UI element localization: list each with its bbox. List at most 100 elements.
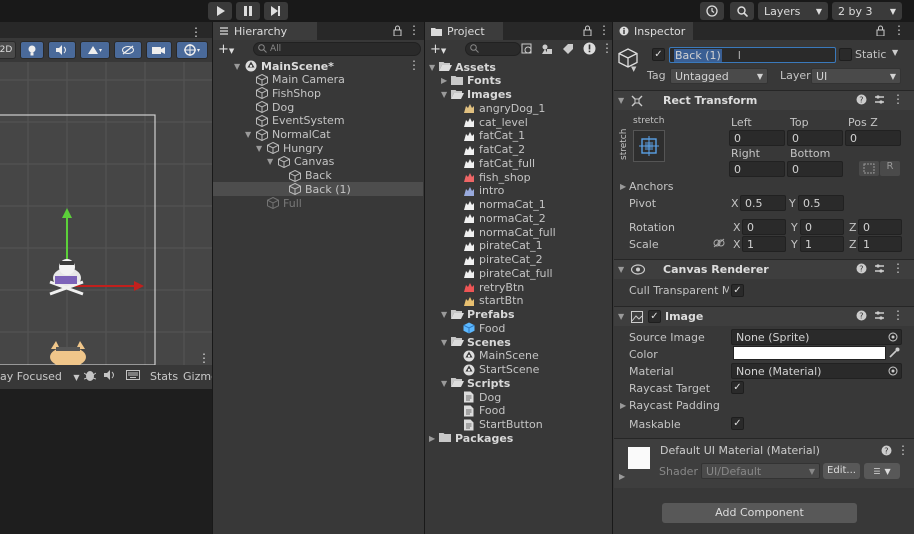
project-item[interactable]: intro bbox=[425, 184, 611, 198]
project-item[interactable]: fatCat_1 bbox=[425, 129, 611, 143]
foldout-arrow-icon[interactable]: ▼ bbox=[429, 63, 435, 72]
project-item[interactable]: ▼ Scripts bbox=[425, 376, 611, 390]
hierarchy-item[interactable]: Main Camera bbox=[213, 73, 423, 87]
project-item[interactable]: normaCat_full bbox=[425, 225, 611, 239]
project-item[interactable]: ▶ Fonts bbox=[425, 74, 611, 88]
more-options-icon[interactable]: ⋮ bbox=[190, 25, 202, 39]
left-field[interactable]: 0 bbox=[729, 130, 785, 146]
project-item[interactable]: cat_level bbox=[425, 115, 611, 129]
object-name-field[interactable]: Back (1) I bbox=[669, 47, 836, 63]
pause-button[interactable] bbox=[236, 2, 260, 20]
anchor-preset-button[interactable] bbox=[633, 130, 665, 162]
project-item[interactable]: pirateCat_2 bbox=[425, 253, 611, 267]
project-item[interactable]: ▼ Prefabs bbox=[425, 308, 611, 322]
raycast-target-checkbox[interactable]: ✓ bbox=[731, 381, 744, 394]
project-item[interactable]: StartButton bbox=[425, 418, 611, 432]
foldout-arrow-icon[interactable]: ▶ bbox=[620, 401, 626, 410]
presets-icon[interactable] bbox=[874, 263, 885, 274]
project-item[interactable]: ▼ Scenes bbox=[425, 335, 611, 349]
hierarchy-item[interactable]: ▼ Canvas bbox=[213, 155, 423, 169]
scale-x-field[interactable]: 1 bbox=[742, 236, 786, 252]
scale-y-field[interactable]: 1 bbox=[800, 236, 844, 252]
lock-icon[interactable] bbox=[583, 25, 592, 36]
active-checkbox[interactable]: ✓ bbox=[652, 48, 665, 61]
eyedropper-icon[interactable] bbox=[889, 347, 900, 358]
foldout-arrow-icon[interactable]: ▼ bbox=[441, 379, 447, 388]
game-view[interactable] bbox=[0, 389, 212, 534]
hierarchy-item[interactable]: ▼ MainScene* bbox=[213, 59, 423, 73]
more-options-icon[interactable]: ⋮ bbox=[892, 308, 904, 322]
hierarchy-item[interactable]: ▼ Hungry bbox=[213, 141, 423, 155]
search-button[interactable] bbox=[730, 2, 754, 20]
create-dropdown[interactable]: +▼ bbox=[218, 42, 234, 57]
edit-shader-button[interactable]: Edit... bbox=[823, 463, 860, 479]
stats-button[interactable]: Stats bbox=[150, 370, 178, 383]
project-item[interactable]: normaCat_2 bbox=[425, 211, 611, 225]
project-item[interactable]: startBtn bbox=[425, 294, 611, 308]
rotation-z-field[interactable]: 0 bbox=[858, 219, 902, 235]
lighting-toggle[interactable] bbox=[20, 41, 44, 59]
project-item[interactable]: ▼ Images bbox=[425, 88, 611, 102]
lock-icon[interactable] bbox=[393, 25, 402, 36]
right-field[interactable]: 0 bbox=[729, 161, 785, 177]
more-options-icon[interactable]: ⋮ bbox=[893, 23, 905, 37]
more-options-icon[interactable]: ⋮ bbox=[892, 261, 904, 275]
rotation-x-field[interactable]: 0 bbox=[742, 219, 786, 235]
anchors-label[interactable]: Anchors bbox=[629, 180, 674, 193]
bug-icon[interactable] bbox=[84, 369, 96, 382]
project-item[interactable]: Dog bbox=[425, 390, 611, 404]
presets-icon[interactable] bbox=[874, 310, 885, 321]
foldout-arrow-icon[interactable]: ▼ bbox=[441, 310, 447, 319]
foldout-arrow-icon[interactable]: ▼ bbox=[245, 130, 251, 139]
project-item[interactable]: normaCat_1 bbox=[425, 198, 611, 212]
rect-transform-header[interactable]: ▼ Rect Transform ? ⋮ bbox=[614, 90, 914, 110]
foldout-arrow-icon[interactable]: ▼ bbox=[234, 62, 240, 71]
help-icon[interactable]: ? bbox=[856, 94, 867, 105]
label-filter-icon[interactable] bbox=[562, 43, 574, 55]
filter-type-icon[interactable] bbox=[541, 43, 553, 55]
hidden-objects-toggle[interactable] bbox=[114, 41, 142, 59]
shader-options-button[interactable]: ☰ ▼ bbox=[864, 463, 900, 479]
step-button[interactable] bbox=[264, 2, 288, 20]
history-button[interactable] bbox=[700, 2, 724, 20]
help-icon[interactable]: ? bbox=[856, 310, 867, 321]
more-options-icon[interactable]: ⋮ bbox=[892, 92, 904, 106]
project-item[interactable]: pirateCat_1 bbox=[425, 239, 611, 253]
audio-toggle[interactable] bbox=[48, 41, 76, 59]
bottom-field[interactable]: 0 bbox=[787, 161, 843, 177]
raw-edit-button[interactable]: R bbox=[880, 161, 900, 176]
hierarchy-search-input[interactable]: All bbox=[253, 42, 421, 56]
posz-field[interactable]: 0 bbox=[845, 130, 901, 146]
project-item[interactable]: ▶ Packages bbox=[425, 431, 611, 445]
foldout-arrow-icon[interactable]: ▼ bbox=[267, 157, 273, 166]
mode-2d-button[interactable]: 2D bbox=[0, 41, 16, 59]
layers-dropdown[interactable]: Layers ▼ bbox=[758, 2, 828, 20]
hierarchy-item[interactable]: FishShop bbox=[213, 86, 423, 100]
project-item[interactable]: retryBtn bbox=[425, 280, 611, 294]
presets-icon[interactable] bbox=[874, 94, 885, 105]
more-options-icon[interactable]: ⋮ bbox=[598, 23, 610, 37]
project-item[interactable]: StartScene bbox=[425, 363, 611, 377]
play-button[interactable] bbox=[208, 2, 232, 20]
more-options-icon[interactable]: ⋮ bbox=[408, 23, 420, 37]
image-header[interactable]: ▼ ✓ Image ? ⋮ bbox=[614, 306, 914, 326]
scale-z-field[interactable]: 1 bbox=[858, 236, 902, 252]
static-checkbox[interactable] bbox=[839, 48, 852, 61]
tag-dropdown[interactable]: Untagged ▼ bbox=[670, 68, 768, 84]
more-options-icon[interactable]: ⋮ bbox=[897, 443, 909, 457]
project-item[interactable]: Food bbox=[425, 321, 611, 335]
rotation-y-field[interactable]: 0 bbox=[800, 219, 844, 235]
hierarchy-item[interactable]: EventSystem bbox=[213, 114, 423, 128]
material-field[interactable]: None (Material) bbox=[731, 363, 902, 379]
help-icon[interactable]: ? bbox=[856, 263, 867, 274]
color-swatch[interactable] bbox=[733, 346, 886, 360]
object-picker-icon[interactable] bbox=[888, 366, 898, 376]
project-item[interactable]: angryDog_1 bbox=[425, 101, 611, 115]
shader-dropdown[interactable]: UI/Default ▼ bbox=[701, 463, 820, 479]
foldout-arrow-icon[interactable]: ▶ bbox=[429, 434, 435, 443]
tab-project[interactable]: Project bbox=[425, 22, 503, 40]
help-icon[interactable]: ? bbox=[881, 445, 892, 456]
top-field[interactable]: 0 bbox=[787, 130, 843, 146]
hierarchy-item[interactable]: Dog bbox=[213, 100, 423, 114]
foldout-arrow-icon[interactable]: ▶ bbox=[441, 76, 447, 85]
